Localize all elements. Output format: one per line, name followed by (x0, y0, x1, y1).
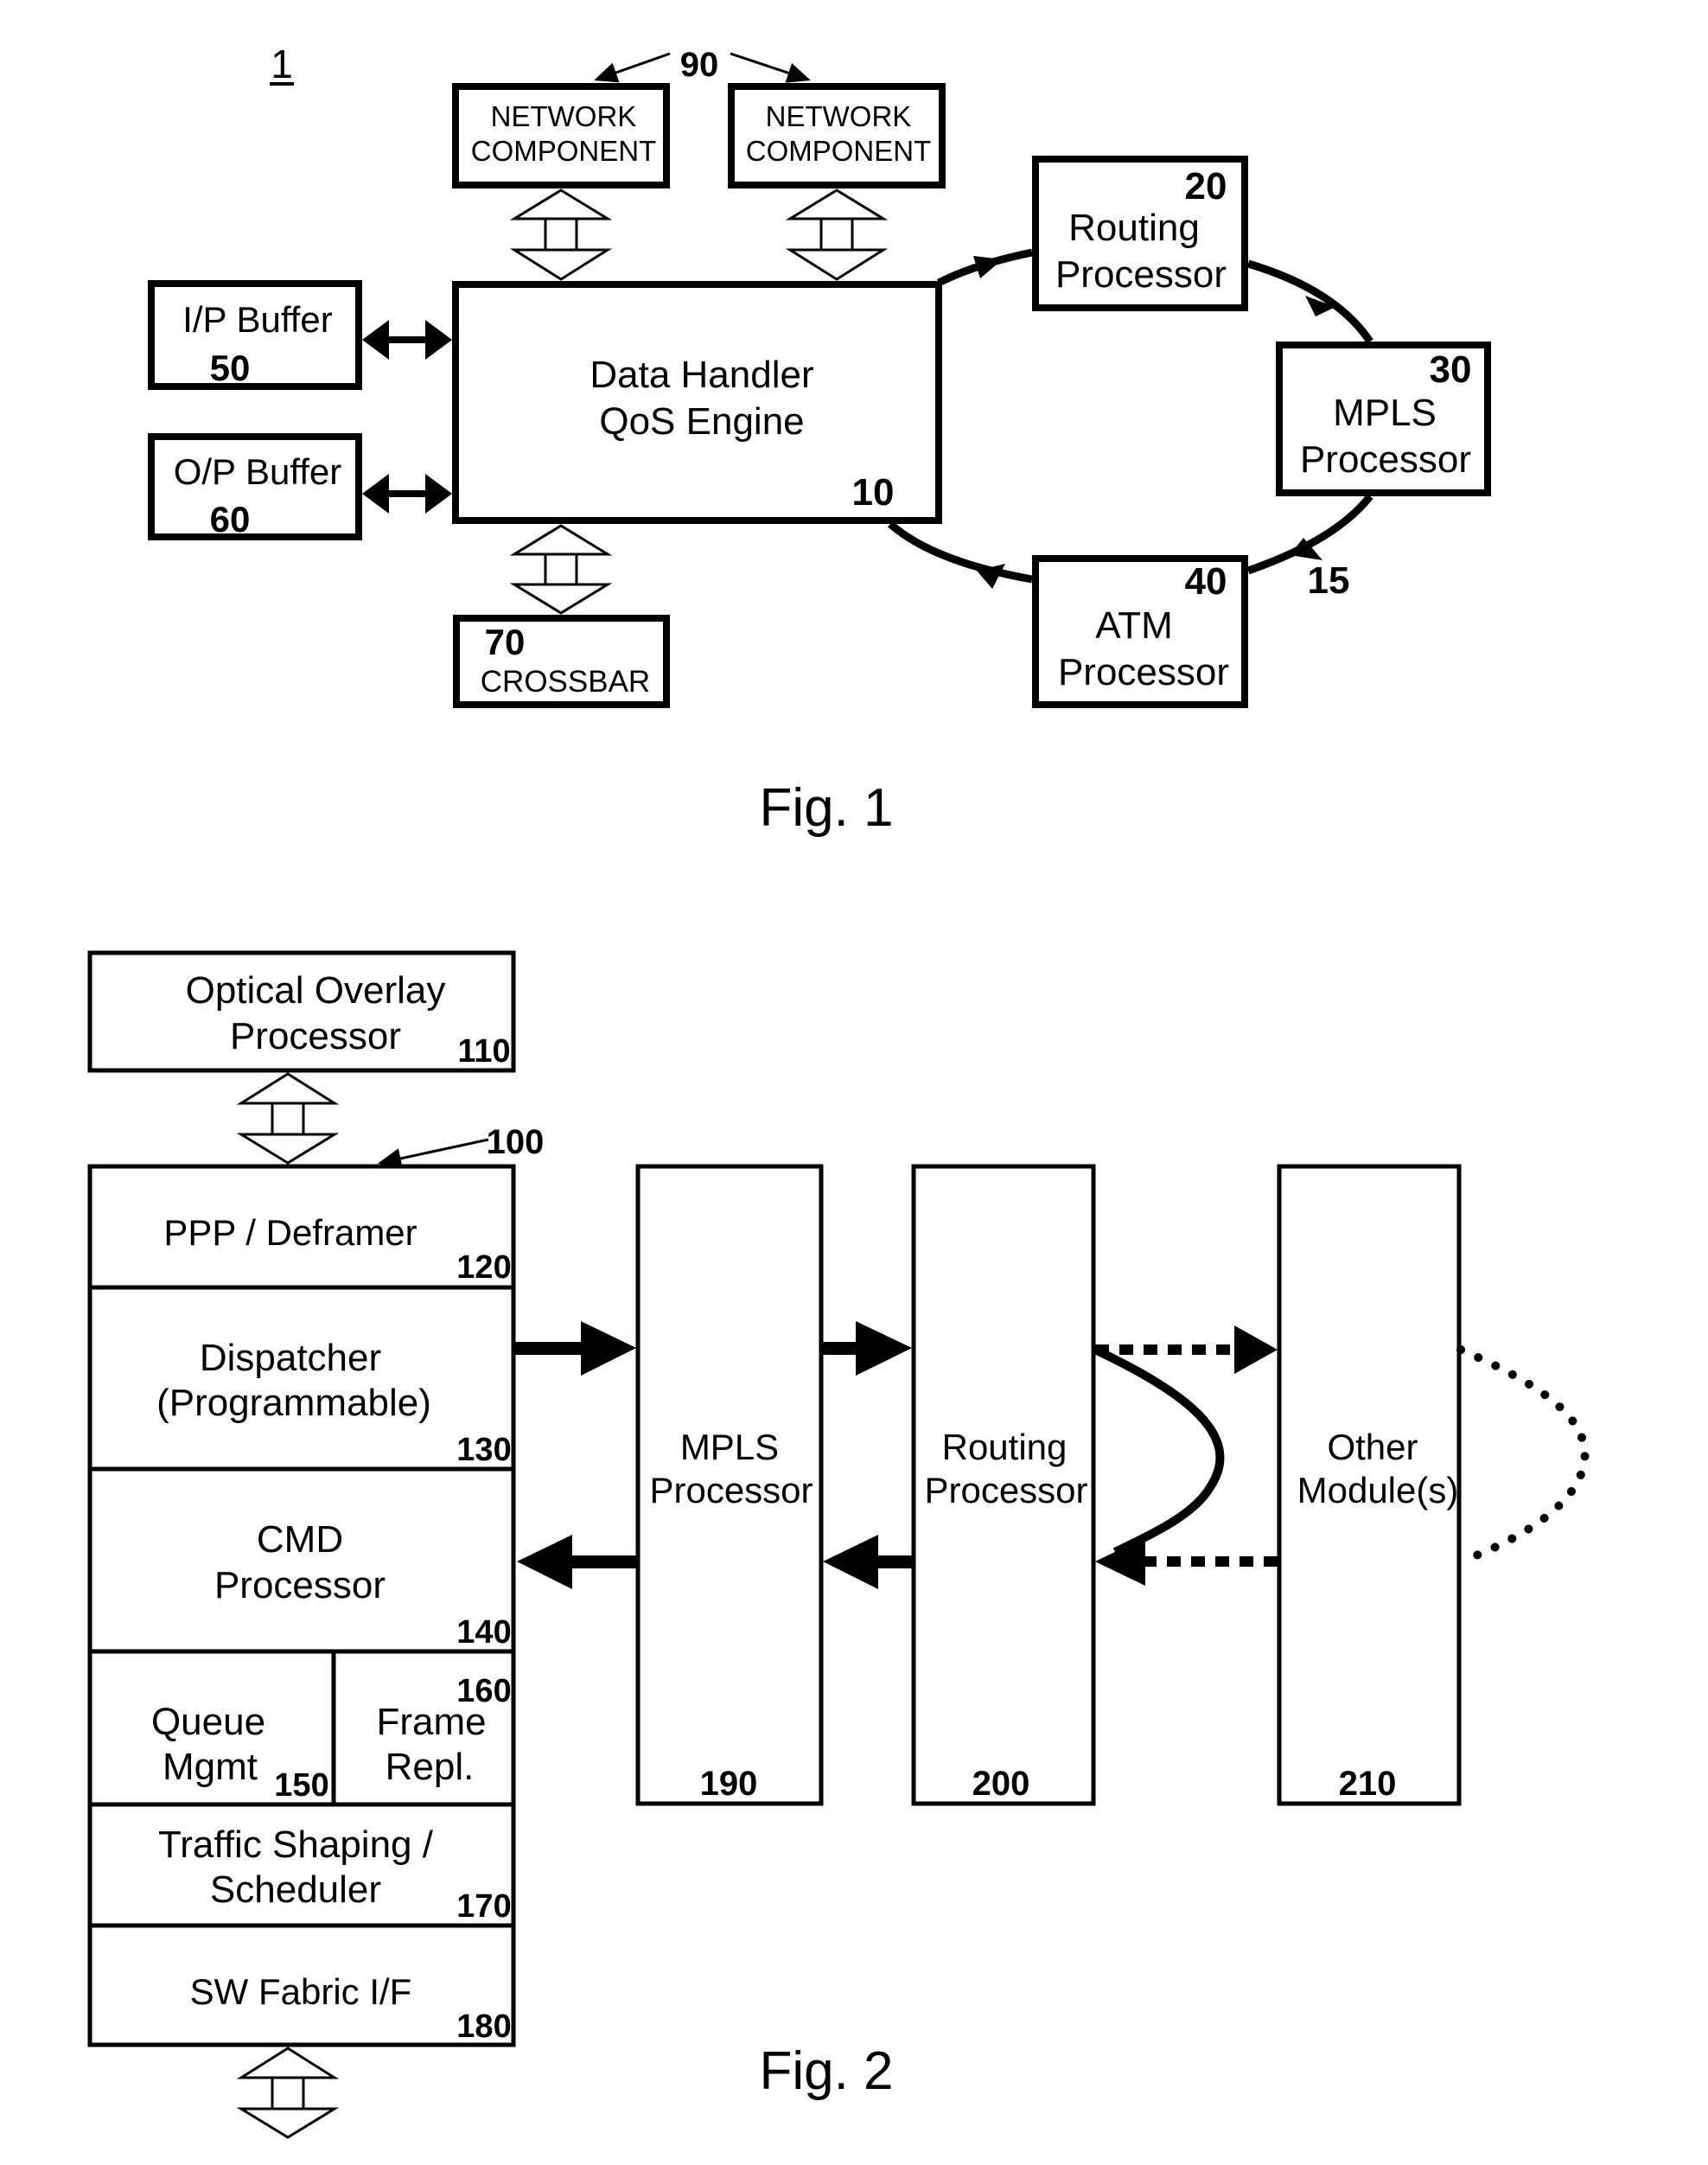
svg-text:Scheduler: Scheduler (210, 1868, 381, 1911)
routing-processor-200: Routing Processor 200 (911, 1164, 1096, 1806)
routing-processor: 20 Routing Processor (1032, 156, 1248, 311)
ppp-deframer: PPP / Deframer 120 (163, 1212, 511, 1286)
svg-text:Processor: Processor (214, 1564, 386, 1606)
dotted-loop (1456, 1345, 1590, 1566)
frame-replication: 160 Frame Repl. (376, 1673, 511, 1788)
svg-text:130: 130 (456, 1432, 511, 1468)
figure-1-ref: 1 (271, 42, 293, 86)
svg-text:190: 190 (700, 1765, 758, 1803)
svg-text:Processor: Processor (924, 1470, 1087, 1510)
traffic-shaping-scheduler: Traffic Shaping / Scheduler 170 (158, 1823, 512, 1925)
svg-text:20: 20 (1185, 165, 1227, 208)
svg-text:Routing: Routing (1068, 207, 1200, 249)
op-buffer: O/P Buffer 60 (148, 433, 362, 540)
bidirectional-bus-arrow (509, 188, 613, 281)
ip-buffer: I/P Buffer 50 (148, 280, 362, 390)
svg-text:MPLS: MPLS (1333, 392, 1437, 434)
data-handler-qos-engine: Data Handler QoS Engine 10 (452, 281, 942, 524)
svg-text:Traffic Shaping /: Traffic Shaping / (158, 1823, 434, 1866)
figure-2: Optical Overlay Processor 110 100 PPP / … (87, 950, 1590, 2139)
svg-text:Processor: Processor (649, 1470, 813, 1510)
svg-text:140: 140 (456, 1614, 511, 1651)
other-modules-210: Other Module(s) 210 (1277, 1164, 1462, 1806)
svg-text:PPP / Deframer: PPP / Deframer (163, 1212, 417, 1253)
svg-text:Module(s): Module(s) (1297, 1470, 1459, 1510)
svg-text:CROSSBAR: CROSSBAR (481, 665, 650, 699)
svg-text:180: 180 (456, 2009, 511, 2045)
bidirectional-bus-arrow (785, 188, 889, 281)
svg-text:Optical Overlay: Optical Overlay (186, 969, 446, 1012)
svg-text:SW Fabric I/F: SW Fabric I/F (190, 1971, 412, 2012)
leader-arrow (730, 52, 811, 83)
figure-1: 1 90 NETWORK COMPONENT NETWORK COMPONENT (148, 42, 1491, 838)
svg-text:Data Handler: Data Handler (590, 354, 813, 396)
atm-processor: 40 ATM Processor (1032, 555, 1248, 708)
sw-fabric-interface: SW Fabric I/F 180 (190, 1971, 512, 2045)
svg-text:60: 60 (210, 499, 251, 540)
svg-text:Repl.: Repl. (386, 1746, 475, 1788)
svg-text:50: 50 (210, 348, 251, 388)
leader-arrow (378, 1138, 489, 1169)
network-component-1: NETWORK COMPONENT (452, 83, 670, 188)
svg-text:MPLS: MPLS (680, 1427, 779, 1467)
dispatcher: Dispatcher (Programmable) 130 (156, 1337, 512, 1468)
patent-drawing: 1 90 NETWORK COMPONENT NETWORK COMPONENT (87, 42, 1590, 2139)
svg-text:Queue: Queue (151, 1701, 265, 1743)
network-ref-label: 90 (680, 46, 719, 84)
svg-text:150: 150 (274, 1767, 328, 1804)
loopback-curve (1093, 1345, 1225, 1556)
bidirectional-bus-arrow (236, 1072, 340, 1165)
svg-text:NETWORK: NETWORK (766, 100, 912, 132)
svg-text:200: 200 (972, 1765, 1030, 1803)
svg-text:COMPONENT: COMPONENT (746, 135, 932, 167)
svg-text:Other: Other (1327, 1427, 1418, 1467)
svg-text:O/P Buffer: O/P Buffer (174, 451, 342, 492)
mpls-processor-190: MPLS Processor 190 (635, 1164, 824, 1806)
buffer-link-arrow (362, 320, 452, 360)
optical-overlay-processor: Optical Overlay Processor 110 (87, 950, 516, 1073)
svg-text:(Programmable): (Programmable) (156, 1382, 431, 1424)
svg-text:Processor: Processor (1058, 651, 1229, 693)
queue-management: Queue Mgmt 150 (151, 1701, 329, 1804)
leader-arrow (594, 52, 671, 83)
stack-ref-label: 100 (487, 1123, 545, 1161)
svg-text:Dispatcher: Dispatcher (200, 1337, 381, 1379)
bidirectional-bus-arrow (236, 2047, 340, 2139)
svg-text:QoS Engine: QoS Engine (599, 400, 804, 443)
svg-text:Frame: Frame (376, 1701, 486, 1743)
figure-2-caption: Fig. 2 (759, 2041, 893, 2101)
loop-ref-label: 15 (1308, 559, 1350, 602)
figure-1-caption: Fig. 1 (759, 778, 893, 838)
svg-text:Processor: Processor (1300, 438, 1471, 481)
svg-text:Processor: Processor (230, 1015, 401, 1057)
svg-text:CMD: CMD (257, 1518, 343, 1561)
svg-text:120: 120 (456, 1249, 511, 1286)
buffer-link-arrow (362, 474, 452, 514)
svg-text:I/P Buffer: I/P Buffer (182, 299, 333, 340)
bidirectional-bus-arrow (509, 524, 613, 615)
cmd-processor: CMD Processor 140 (214, 1518, 512, 1651)
svg-text:210: 210 (1339, 1765, 1397, 1803)
svg-text:40: 40 (1185, 560, 1227, 603)
svg-text:Routing: Routing (942, 1427, 1068, 1467)
svg-text:70: 70 (485, 622, 526, 662)
mpls-processor: 30 MPLS Processor (1276, 342, 1491, 496)
svg-text:110: 110 (457, 1033, 510, 1070)
svg-text:170: 170 (456, 1888, 511, 1925)
svg-text:Mgmt: Mgmt (163, 1746, 258, 1788)
crossbar: 70 CROSSBAR (453, 615, 670, 708)
svg-text:ATM: ATM (1095, 604, 1173, 647)
svg-text:10: 10 (852, 471, 895, 514)
svg-text:NETWORK: NETWORK (491, 100, 637, 132)
network-component-2: NETWORK COMPONENT (728, 83, 946, 188)
svg-text:30: 30 (1430, 348, 1472, 391)
svg-text:COMPONENT: COMPONENT (471, 135, 657, 167)
svg-text:Processor: Processor (1055, 253, 1227, 296)
